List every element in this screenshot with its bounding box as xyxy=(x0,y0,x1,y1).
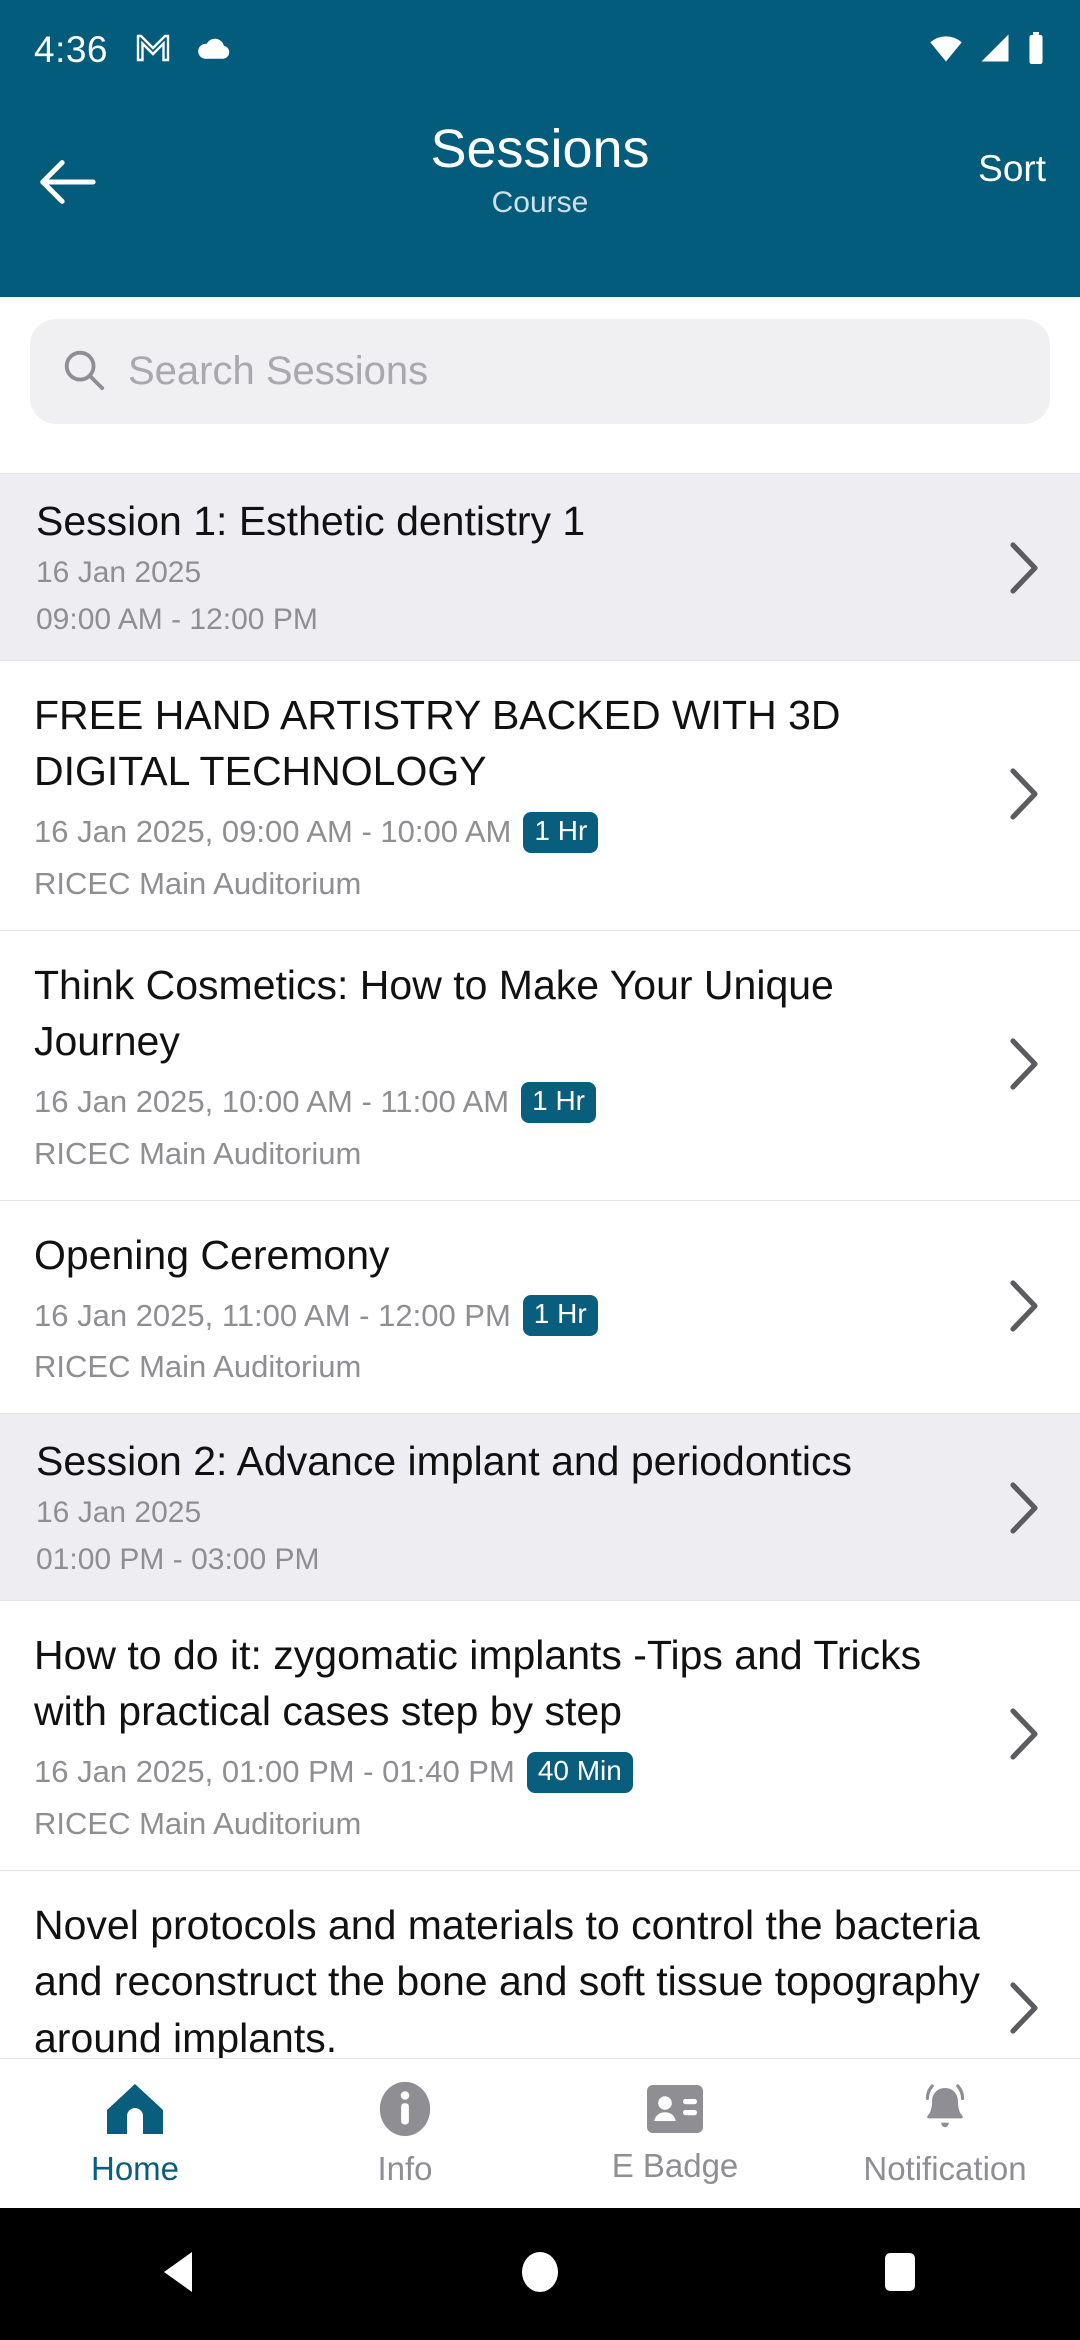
tab-home[interactable]: Home xyxy=(0,2080,270,2188)
duration-badge: 1 Hr xyxy=(521,1081,596,1123)
status-bar-system-icons xyxy=(928,31,1046,69)
session-item-title: Opening Ceremony xyxy=(34,1231,390,1278)
triangle-back-icon xyxy=(158,2248,202,2301)
session-item-datetime: 16 Jan 2025, 11:00 AM - 12:00 PM xyxy=(34,1297,511,1333)
info-icon xyxy=(376,2080,434,2143)
session-item-venue: RICEC Main Auditorium xyxy=(34,1349,362,1385)
session-group-header[interactable]: Session 1: Esthetic dentistry 1 16 Jan 20… xyxy=(0,473,1080,660)
session-item-text: FREE HAND ARTISTRY BACKED WITH 3D DIGITA… xyxy=(34,687,1000,902)
square-recents-icon xyxy=(879,2249,921,2300)
session-item-text: How to do it: zygomatic implants -Tips a… xyxy=(34,1627,1000,1842)
chevron-right-icon[interactable] xyxy=(1000,1707,1046,1761)
app-bar: Sessions Course Sort xyxy=(0,100,1080,297)
android-navigation-bar xyxy=(0,2208,1080,2340)
session-group-title: Session 1: Esthetic dentistry 1 xyxy=(36,498,586,544)
tab-info[interactable]: Info xyxy=(270,2080,540,2188)
tab-notification[interactable]: Notification xyxy=(810,2080,1080,2188)
session-group-time: 01:00 PM - 03:00 PM xyxy=(36,1542,320,1576)
bottom-tab-bar: Home Info E Badge Notification xyxy=(0,2058,1080,2208)
chevron-right-icon[interactable] xyxy=(1000,1037,1046,1091)
session-item-venue: RICEC Main Auditorium xyxy=(34,865,362,901)
status-bar-notification-icons xyxy=(134,33,234,68)
session-item-datetime: 16 Jan 2025, 01:00 PM - 01:40 PM xyxy=(34,1754,515,1790)
android-recents-button[interactable] xyxy=(840,2208,960,2340)
session-item-datetime-row: 16 Jan 2025, 10:00 AM - 11:00 AM 1 Hr xyxy=(34,1081,982,1123)
duration-badge: 40 Min xyxy=(526,1752,633,1793)
session-item-venue: RICEC Main Auditorium xyxy=(34,1805,362,1841)
cloud-icon xyxy=(194,34,234,67)
android-back-button[interactable] xyxy=(120,2208,240,2340)
duration-badge: 1 Hr xyxy=(523,811,599,853)
chevron-right-icon[interactable] xyxy=(1000,767,1046,821)
search-icon xyxy=(60,346,106,397)
home-icon xyxy=(103,2080,167,2143)
session-item-datetime: 16 Jan 2025, 09:00 AM - 10:00 AM xyxy=(34,814,512,850)
session-item-text: Think Cosmetics: How to Make Your Unique… xyxy=(34,957,1000,1172)
session-item-title: FREE HAND ARTISTRY BACKED WITH 3D DIGITA… xyxy=(34,691,841,795)
session-list-item[interactable]: Opening Ceremony 16 Jan 2025, 11:00 AM - … xyxy=(0,1199,1080,1414)
session-item-datetime-row: 16 Jan 2025, 11:00 AM - 12:00 PM 1 Hr xyxy=(34,1295,982,1337)
chevron-right-icon[interactable] xyxy=(1000,1481,1046,1535)
cellular-signal-icon xyxy=(978,33,1012,68)
session-item-datetime: 16 Jan 2025, 10:00 AM - 11:00 AM xyxy=(34,1084,510,1120)
session-group-title: Session 2: Advance implant and periodont… xyxy=(36,1438,852,1485)
session-list-item[interactable]: FREE HAND ARTISTRY BACKED WITH 3D DIGITA… xyxy=(0,659,1080,930)
circle-home-icon xyxy=(518,2248,562,2301)
session-group-date: 16 Jan 2025 xyxy=(36,556,202,590)
session-item-venue: RICEC Main Auditorium xyxy=(34,1135,362,1171)
session-item-title: Think Cosmetics: How to Make Your Unique… xyxy=(34,961,834,1065)
session-item-datetime-row: 16 Jan 2025, 09:00 AM - 10:00 AM 1 Hr xyxy=(34,811,982,853)
tab-notification-label: Notification xyxy=(863,2149,1027,2187)
search-placeholder: Search Sessions xyxy=(128,349,429,393)
session-group-text: Session 2: Advance implant and periodont… xyxy=(36,1436,1000,1580)
app-bar-titles: Sessions Course xyxy=(0,116,1080,220)
session-group-header[interactable]: Session 2: Advance implant and periodont… xyxy=(0,1413,1080,1600)
bell-icon xyxy=(915,2080,975,2143)
session-item-title: How to do it: zygomatic implants -Tips a… xyxy=(34,1631,922,1735)
session-item-datetime-row: 16 Jan 2025, 01:00 PM - 01:40 PM 40 Min xyxy=(34,1752,982,1793)
sort-button[interactable]: Sort xyxy=(978,148,1046,190)
badge-card-icon xyxy=(645,2083,705,2140)
session-list-item[interactable]: How to do it: zygomatic implants -Tips a… xyxy=(0,1599,1080,1870)
page-subtitle: Course xyxy=(491,185,589,219)
session-list-item[interactable]: Think Cosmetics: How to Make Your Unique… xyxy=(0,929,1080,1200)
android-home-button[interactable] xyxy=(480,2208,600,2340)
wifi-icon xyxy=(928,33,964,68)
chevron-right-icon[interactable] xyxy=(1000,541,1046,595)
gmail-icon xyxy=(134,33,172,68)
tab-home-label: Home xyxy=(90,2149,180,2187)
tab-info-label: Info xyxy=(377,2149,433,2187)
battery-icon xyxy=(1026,31,1046,69)
session-group-time: 09:00 AM - 12:00 PM xyxy=(36,602,318,636)
session-group-text: Session 1: Esthetic dentistry 1 16 Jan 20… xyxy=(36,496,1000,640)
chevron-right-icon[interactable] xyxy=(1000,1981,1046,2035)
tab-e-badge[interactable]: E Badge xyxy=(540,2083,810,2185)
session-group-date: 16 Jan 2025 xyxy=(36,1496,202,1530)
session-item-text: Opening Ceremony 16 Jan 2025, 11:00 AM - … xyxy=(34,1227,1000,1385)
tab-e-badge-label: E Badge xyxy=(611,2146,739,2184)
status-bar: 4:36 xyxy=(0,0,1080,100)
session-item-title: Novel protocols and materials to control… xyxy=(34,1901,980,2061)
page-title: Sessions xyxy=(430,119,650,179)
sessions-list[interactable]: Session 1: Esthetic dentistry 1 16 Jan 20… xyxy=(0,473,1080,2142)
chevron-right-icon[interactable] xyxy=(1000,1279,1046,1333)
search-input[interactable]: Search Sessions xyxy=(30,319,1050,424)
duration-badge: 1 Hr xyxy=(522,1295,598,1337)
search-section: Search Sessions xyxy=(0,297,1080,450)
status-bar-time: 4:36 xyxy=(34,29,109,70)
